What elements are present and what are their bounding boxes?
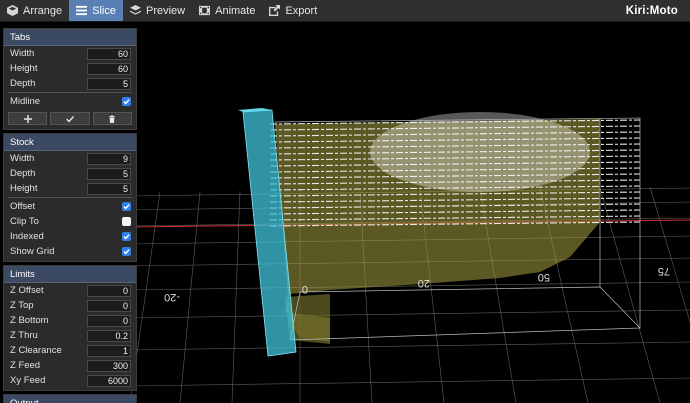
stock-offset-label: Offset <box>10 201 36 212</box>
add-tab-button[interactable] <box>8 112 48 125</box>
check-icon <box>123 204 130 210</box>
stock-header[interactable]: Stock <box>4 134 136 151</box>
indexed-checkbox[interactable] <box>122 232 131 241</box>
offset-checkbox[interactable] <box>122 202 131 211</box>
zfeed-input[interactable] <box>87 359 131 372</box>
tabs-height-label: Height <box>10 63 38 74</box>
nav-arrange[interactable]: Arrange <box>0 0 69 21</box>
tick-label-neg20: -20 <box>164 291 180 303</box>
film-icon <box>199 5 211 16</box>
stock-indexed-row: Indexed <box>4 229 136 244</box>
tabs-depth-label: Depth <box>10 78 36 89</box>
limits-zbottom-label: Z Bottom <box>10 315 49 326</box>
tabs-buttons <box>4 109 136 129</box>
tabs-depth-row: Depth <box>4 76 136 91</box>
stock-showgrid-label: Show Grid <box>10 246 55 257</box>
stock-width-input[interactable] <box>87 152 131 165</box>
limits-group: Limits Z Offset Z Top Z Bottom Z Thru Z … <box>3 265 137 391</box>
output-group: Output <box>3 394 137 403</box>
limits-zfeed-row: Z Feed <box>4 358 136 373</box>
tabs-width-label: Width <box>10 48 35 59</box>
nav-preview-label: Preview <box>145 4 186 17</box>
clipto-checkbox[interactable] <box>122 217 131 226</box>
stock-indexed-label: Indexed <box>10 231 44 242</box>
nav-export-label: Export <box>285 4 318 17</box>
stock-width-label: Width <box>10 153 35 164</box>
limits-zthru-label: Z Thru <box>10 330 38 341</box>
limits-zoffset-row: Z Offset <box>4 283 136 298</box>
tabs-depth-input[interactable] <box>87 77 131 90</box>
limits-ztop-label: Z Top <box>10 300 34 311</box>
brand-logo: Kiri:Moto <box>625 4 678 17</box>
tabs-width-row: Width <box>4 46 136 61</box>
nav-slice[interactable]: Slice <box>69 0 123 21</box>
tabs-header[interactable]: Tabs <box>4 29 136 46</box>
midline-checkbox[interactable] <box>122 97 131 106</box>
limits-zclear-label: Z Clearance <box>10 345 62 356</box>
top-toolbar: Arrange Slice Preview Animate Export Kir… <box>0 0 690 22</box>
check-icon <box>65 115 74 123</box>
zthru-input[interactable] <box>87 329 131 342</box>
showgrid-checkbox[interactable] <box>122 247 131 256</box>
trash-icon <box>109 114 116 123</box>
confirm-tabs-button[interactable] <box>50 112 90 125</box>
tabs-height-row: Height <box>4 61 136 76</box>
stock-depth-row: Depth <box>4 166 136 181</box>
delete-tabs-button[interactable] <box>92 112 132 125</box>
limits-xyfeed-label: Xy Feed <box>10 375 46 386</box>
stock-showgrid-row: Show Grid <box>4 244 136 259</box>
check-icon <box>123 99 130 105</box>
stock-depth-input[interactable] <box>87 167 131 180</box>
stock-clipto-label: Clip To <box>10 216 39 227</box>
ztop-input[interactable] <box>87 299 131 312</box>
tabs-midline-label: Midline <box>10 96 41 107</box>
stock-depth-label: Depth <box>10 168 36 179</box>
tabs-group: Tabs Width Height Depth Midline <box>3 28 137 130</box>
limits-ztop-row: Z Top <box>4 298 136 313</box>
check-icon <box>123 234 130 240</box>
limits-zfeed-label: Z Feed <box>10 360 41 371</box>
nav-slice-label: Slice <box>92 4 116 17</box>
limits-zoffset-label: Z Offset <box>10 285 44 296</box>
stock-height-label: Height <box>10 183 38 194</box>
tick-label-20: 20 <box>418 277 430 289</box>
stock-clipto-row: Clip To <box>4 214 136 229</box>
tabs-width-input[interactable] <box>87 47 131 60</box>
stock-offset-row: Offset <box>4 199 136 214</box>
tick-label-75: 75 <box>658 265 670 277</box>
limits-zbottom-row: Z Bottom <box>4 313 136 328</box>
plus-icon <box>23 114 32 123</box>
output-header[interactable]: Output <box>4 395 136 403</box>
stock-width-row: Width <box>4 151 136 166</box>
nav-animate[interactable]: Animate <box>192 0 262 21</box>
zbottom-input[interactable] <box>87 314 131 327</box>
zoffset-input[interactable] <box>87 284 131 297</box>
tick-label-50: 50 <box>538 271 550 283</box>
menu-lines-icon <box>76 5 88 16</box>
stock-group: Stock Width Depth Height Offset Clip To … <box>3 133 137 262</box>
divider <box>8 197 132 198</box>
nav-animate-label: Animate <box>215 4 256 17</box>
export-icon <box>269 5 281 16</box>
divider <box>8 92 132 93</box>
nav-arrange-label: Arrange <box>23 4 63 17</box>
nav-export[interactable]: Export <box>262 0 324 21</box>
layers-icon <box>129 5 141 15</box>
limits-xyfeed-row: Xy Feed <box>4 373 136 388</box>
limits-zthru-row: Z Thru <box>4 328 136 343</box>
xyfeed-input[interactable] <box>87 374 131 387</box>
slice-highlight <box>370 112 590 192</box>
tabs-height-input[interactable] <box>87 62 131 75</box>
nav-preview[interactable]: Preview <box>123 0 192 21</box>
limits-zclear-row: Z Clearance <box>4 343 136 358</box>
stock-height-input[interactable] <box>87 182 131 195</box>
tick-label-0: 0 <box>302 283 308 295</box>
limits-header[interactable]: Limits <box>4 266 136 283</box>
tabs-midline-row: Midline <box>4 94 136 109</box>
arrange-icon <box>7 5 18 16</box>
zclearance-input[interactable] <box>87 344 131 357</box>
settings-panel: Tabs Width Height Depth Midline Stock Wi… <box>3 28 137 403</box>
stock-height-row: Height <box>4 181 136 196</box>
check-icon <box>123 249 130 255</box>
